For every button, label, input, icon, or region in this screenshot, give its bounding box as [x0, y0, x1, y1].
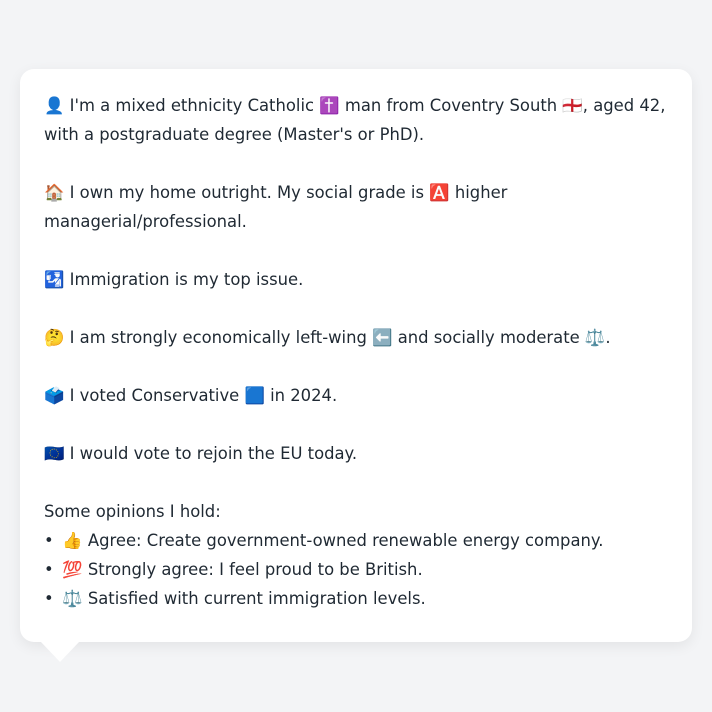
ideology-line: 🤔 I am strongly economically left-wing ⬅… — [44, 323, 668, 352]
housing-line: 🏠 I own my home outright. My social grad… — [44, 178, 668, 236]
vote-line: 🗳️ I voted Conservative 🟦 in 2024. — [44, 381, 668, 410]
ideology-text: I am strongly economically left-wing ⬅️ … — [69, 328, 611, 347]
bullet: • — [44, 531, 54, 550]
thinking-face-icon: 🤔 — [44, 328, 65, 347]
opinion-text: Agree: Create government-owned renewable… — [87, 531, 604, 550]
identity-line: 👤 I'm a mixed ethnicity Catholic ✝️ man … — [44, 91, 668, 149]
identity-text: I'm a mixed ethnicity Catholic ✝️ man fr… — [44, 96, 666, 144]
eu-flag-icon: 🇪🇺 — [44, 444, 65, 463]
bubble-tail — [40, 641, 80, 662]
opinions-title: Some opinions I hold: — [44, 502, 221, 521]
opinion-text: Strongly agree: I feel proud to be Briti… — [87, 560, 423, 579]
balance-scale-icon: ⚖️ — [62, 589, 83, 608]
person-icon: 👤 — [44, 96, 65, 115]
passport-control-icon: 🛂 — [44, 270, 65, 289]
house-icon: 🏠 — [44, 183, 65, 202]
housing-text: I own my home outright. My social grade … — [44, 183, 508, 231]
opinion-item: • ⚖️ Satisfied with current immigration … — [44, 584, 668, 613]
issue-line: 🛂 Immigration is my top issue. — [44, 265, 668, 294]
bullet: • — [44, 589, 54, 608]
hundred-points-icon: 💯 — [62, 560, 83, 579]
opinion-item: • 💯 Strongly agree: I feel proud to be B… — [44, 555, 668, 584]
bullet: • — [44, 560, 54, 579]
ballot-box-icon: 🗳️ — [44, 386, 65, 405]
issue-text: Immigration is my top issue. — [69, 270, 304, 289]
eu-line: 🇪🇺 I would vote to rejoin the EU today. — [44, 439, 668, 468]
eu-text: I would vote to rejoin the EU today. — [69, 444, 358, 463]
opinion-text: Satisfied with current immigration level… — [87, 589, 426, 608]
thumbs-up-icon: 👍 — [62, 531, 83, 550]
opinion-item: • 👍 Agree: Create government-owned renew… — [44, 526, 668, 555]
message-bubble: 👤 I'm a mixed ethnicity Catholic ✝️ man … — [20, 69, 692, 642]
vote-text: I voted Conservative 🟦 in 2024. — [69, 386, 338, 405]
